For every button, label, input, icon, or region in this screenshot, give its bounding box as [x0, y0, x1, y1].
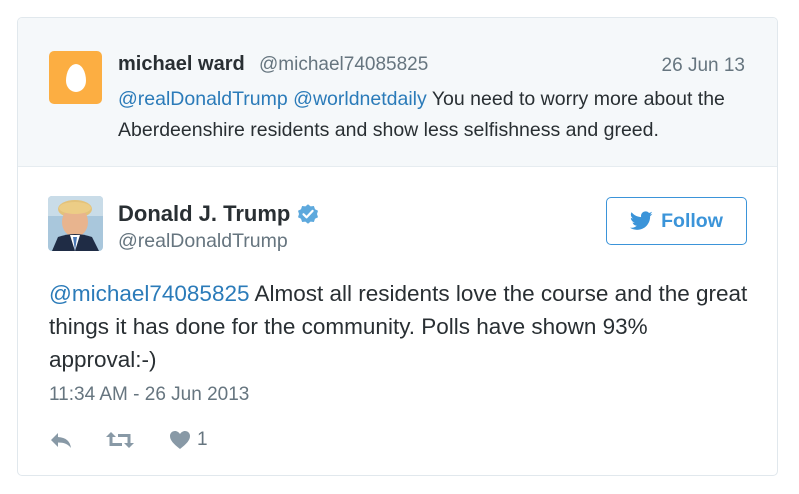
tweet-actions: 1	[49, 425, 208, 455]
avatar[interactable]	[49, 51, 102, 104]
avatar[interactable]	[48, 196, 103, 251]
twitter-bird-icon	[630, 211, 653, 230]
verified-badge-icon	[298, 204, 319, 224]
tweet-text: @michael74085825 Almost all residents lo…	[49, 277, 759, 376]
retweet-icon	[106, 432, 134, 448]
parent-author-name[interactable]: michael ward	[118, 53, 245, 76]
mention-link[interactable]: @michael74085825	[49, 281, 249, 306]
embedded-tweet-card: michael ward @michael74085825 26 Jun 13 …	[17, 17, 778, 476]
mention-link[interactable]: @worldnetdaily	[293, 88, 427, 110]
like-button[interactable]: 1	[169, 429, 208, 451]
mention-link[interactable]: @realDonaldTrump	[118, 88, 288, 110]
egg-icon	[65, 63, 86, 92]
follow-label: Follow	[661, 209, 723, 232]
heart-icon	[170, 431, 190, 449]
parent-tweet-text: @realDonaldTrump @worldnetdaily You need…	[118, 84, 758, 146]
parent-tweet-date[interactable]: 26 Jun 13	[662, 55, 745, 77]
profile-photo-icon	[48, 196, 103, 251]
follow-button[interactable]: Follow	[606, 197, 747, 245]
parent-author-handle[interactable]: @michael74085825	[259, 54, 428, 76]
like-count: 1	[197, 429, 208, 450]
reply-icon	[51, 433, 71, 448]
retweet-button[interactable]	[105, 430, 169, 450]
author-name-text[interactable]: Donald J. Trump	[118, 201, 290, 227]
parent-tweet[interactable]: michael ward @michael74085825 26 Jun 13 …	[18, 18, 777, 167]
tweet-author-name[interactable]: Donald J. Trump	[118, 201, 320, 227]
reply-button[interactable]	[49, 430, 105, 450]
tweet-author-handle[interactable]: @realDonaldTrump	[118, 230, 288, 253]
tweet-timestamp[interactable]: 11:34 AM - 26 Jun 2013	[49, 384, 249, 406]
